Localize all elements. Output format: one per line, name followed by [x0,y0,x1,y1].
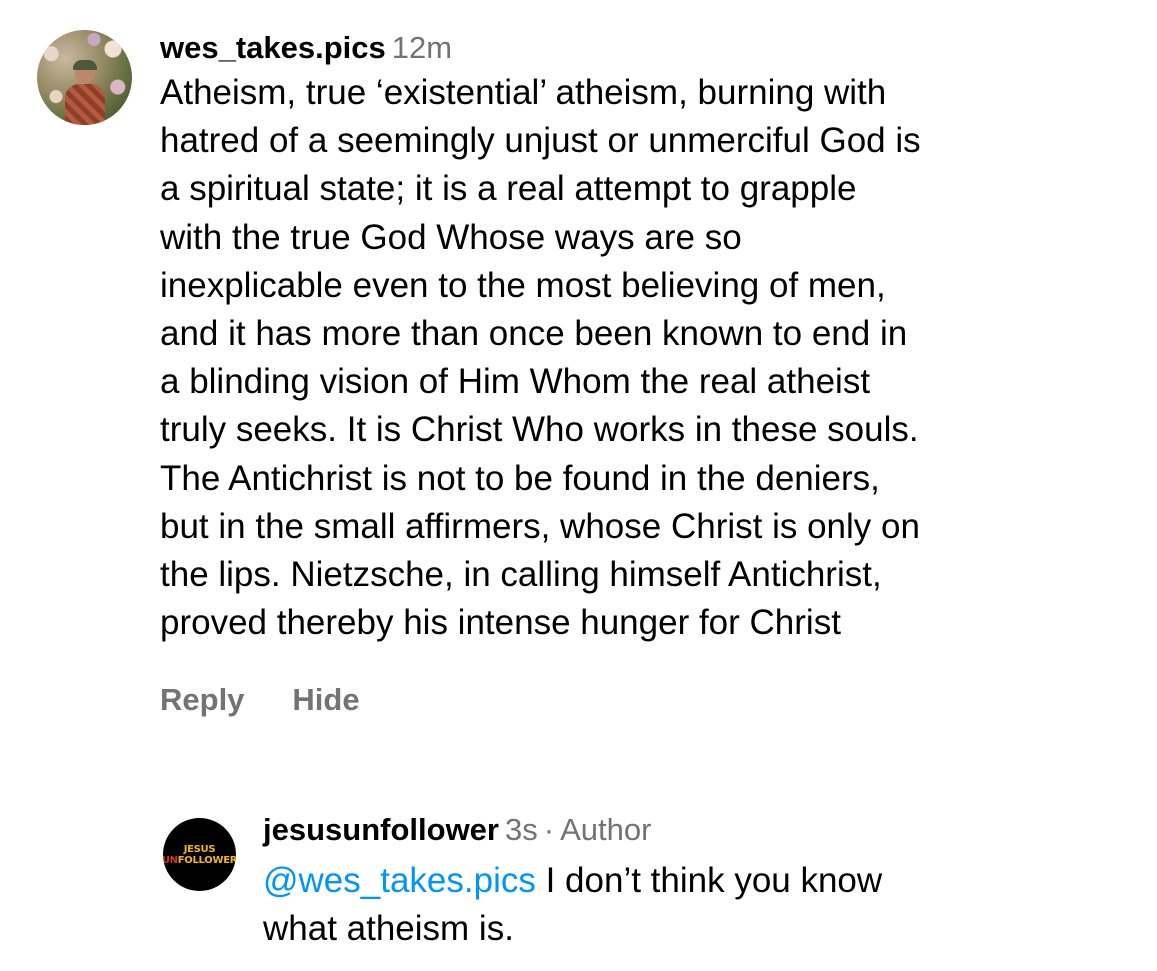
comment-username[interactable]: wes_takes.pics [160,30,386,65]
reply-button[interactable]: Reply [160,682,244,717]
reply-avatar[interactable]: JESUS UNFOLLOWER [163,818,236,891]
comment-text-line: inexplicable even to the most believing … [160,265,886,305]
comment-text-line: a blinding vision of Him Whom the real a… [160,362,871,402]
comment-text-line: proved thereby his intense hunger for Ch… [160,603,841,643]
comment-actions: Reply Hide [160,682,360,718]
avatar-logo-un: UN [163,854,178,866]
avatar-logo-top: JESUS [183,843,216,855]
comment-body: wes_takes.pics 12m Atheism, true ‘existen… [160,30,1130,717]
reply-text: @wes_takes.pics I don’t think you know w… [263,857,1143,953]
comment-text-line: with the true God Whose ways are so [160,217,742,257]
comment-text-line: but in the small affirmers, whose Christ… [160,506,920,546]
comment-text-line: the lips. Nietzsche, in calling himself … [160,555,882,595]
mention-link[interactable]: @wes_takes.pics [263,861,536,900]
reply-body: jesusunfollower 3s · Author @wes_takes.pics… [263,812,1143,953]
reply-header: jesusunfollower 3s · Author [263,812,1143,848]
reply-timestamp: 3s [504,812,538,847]
comment-text-line: The Antichrist is not to be found in the… [160,458,880,498]
separator-dot: · [543,812,555,847]
comment-text-line: hatred of a seemingly unjust or unmercif… [160,121,921,161]
reply-text-line1: I don’t think you know [545,861,883,900]
comment-text-line: a spiritual state; it is a real attempt … [160,169,857,209]
comment-header: wes_takes.pics 12m [160,30,1130,66]
reply-username[interactable]: jesusunfollower [263,812,499,847]
comment-text-line: and it has more than once been known to … [160,314,908,354]
reply-text-line2: what atheism is. [263,909,514,948]
comment-text-line: Atheism, true ‘existential’ atheism, bur… [160,73,887,112]
avatar-person [65,60,105,125]
avatar-logo-rest: FOLLOWER [177,854,236,866]
comment-text: Atheism, true ‘existential’ atheism, bur… [160,69,1130,647]
author-badge: Author [560,812,652,847]
comment-text-line: truly seeks. It is Christ Who works in t… [160,410,919,450]
hide-button[interactable]: Hide [292,682,359,717]
avatar-logo: JESUS UNFOLLOWER [163,844,236,866]
avatar[interactable] [37,30,132,125]
comment-timestamp: 12m [391,30,453,65]
